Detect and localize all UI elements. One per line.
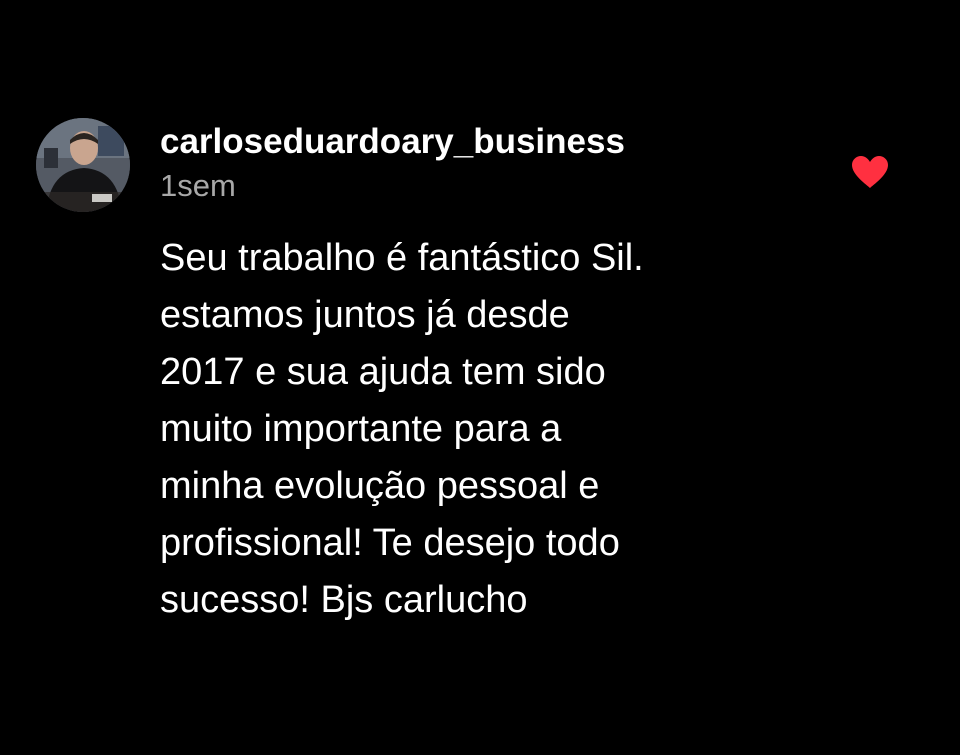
comment-text-line: sucesso! Bjs carlucho <box>160 579 528 621</box>
comment-text-line: profissional! Te desejo todo <box>160 522 620 564</box>
comment-text-line: minha evolução pessoal e <box>160 465 600 507</box>
profile-photo-icon <box>36 118 130 212</box>
comment-text-line: 2017 e sua ajuda tem sido <box>160 351 606 393</box>
avatar[interactable] <box>36 118 130 212</box>
like-button[interactable] <box>850 154 890 190</box>
comment-text: Seu trabalho é fantástico Sil. estamos j… <box>160 230 860 629</box>
username[interactable]: carloseduardoary_business <box>160 122 625 162</box>
comment-text-line: Seu trabalho é fantástico Sil. <box>160 237 644 279</box>
heart-icon <box>852 156 888 188</box>
screen: carloseduardoary_business 1sem Seu traba… <box>0 0 960 755</box>
comment: carloseduardoary_business 1sem Seu traba… <box>36 118 916 638</box>
timestamp: 1sem <box>160 168 236 203</box>
comment-text-line: muito importante para a <box>160 408 562 450</box>
comment-text-line: estamos juntos já desde <box>160 294 570 336</box>
